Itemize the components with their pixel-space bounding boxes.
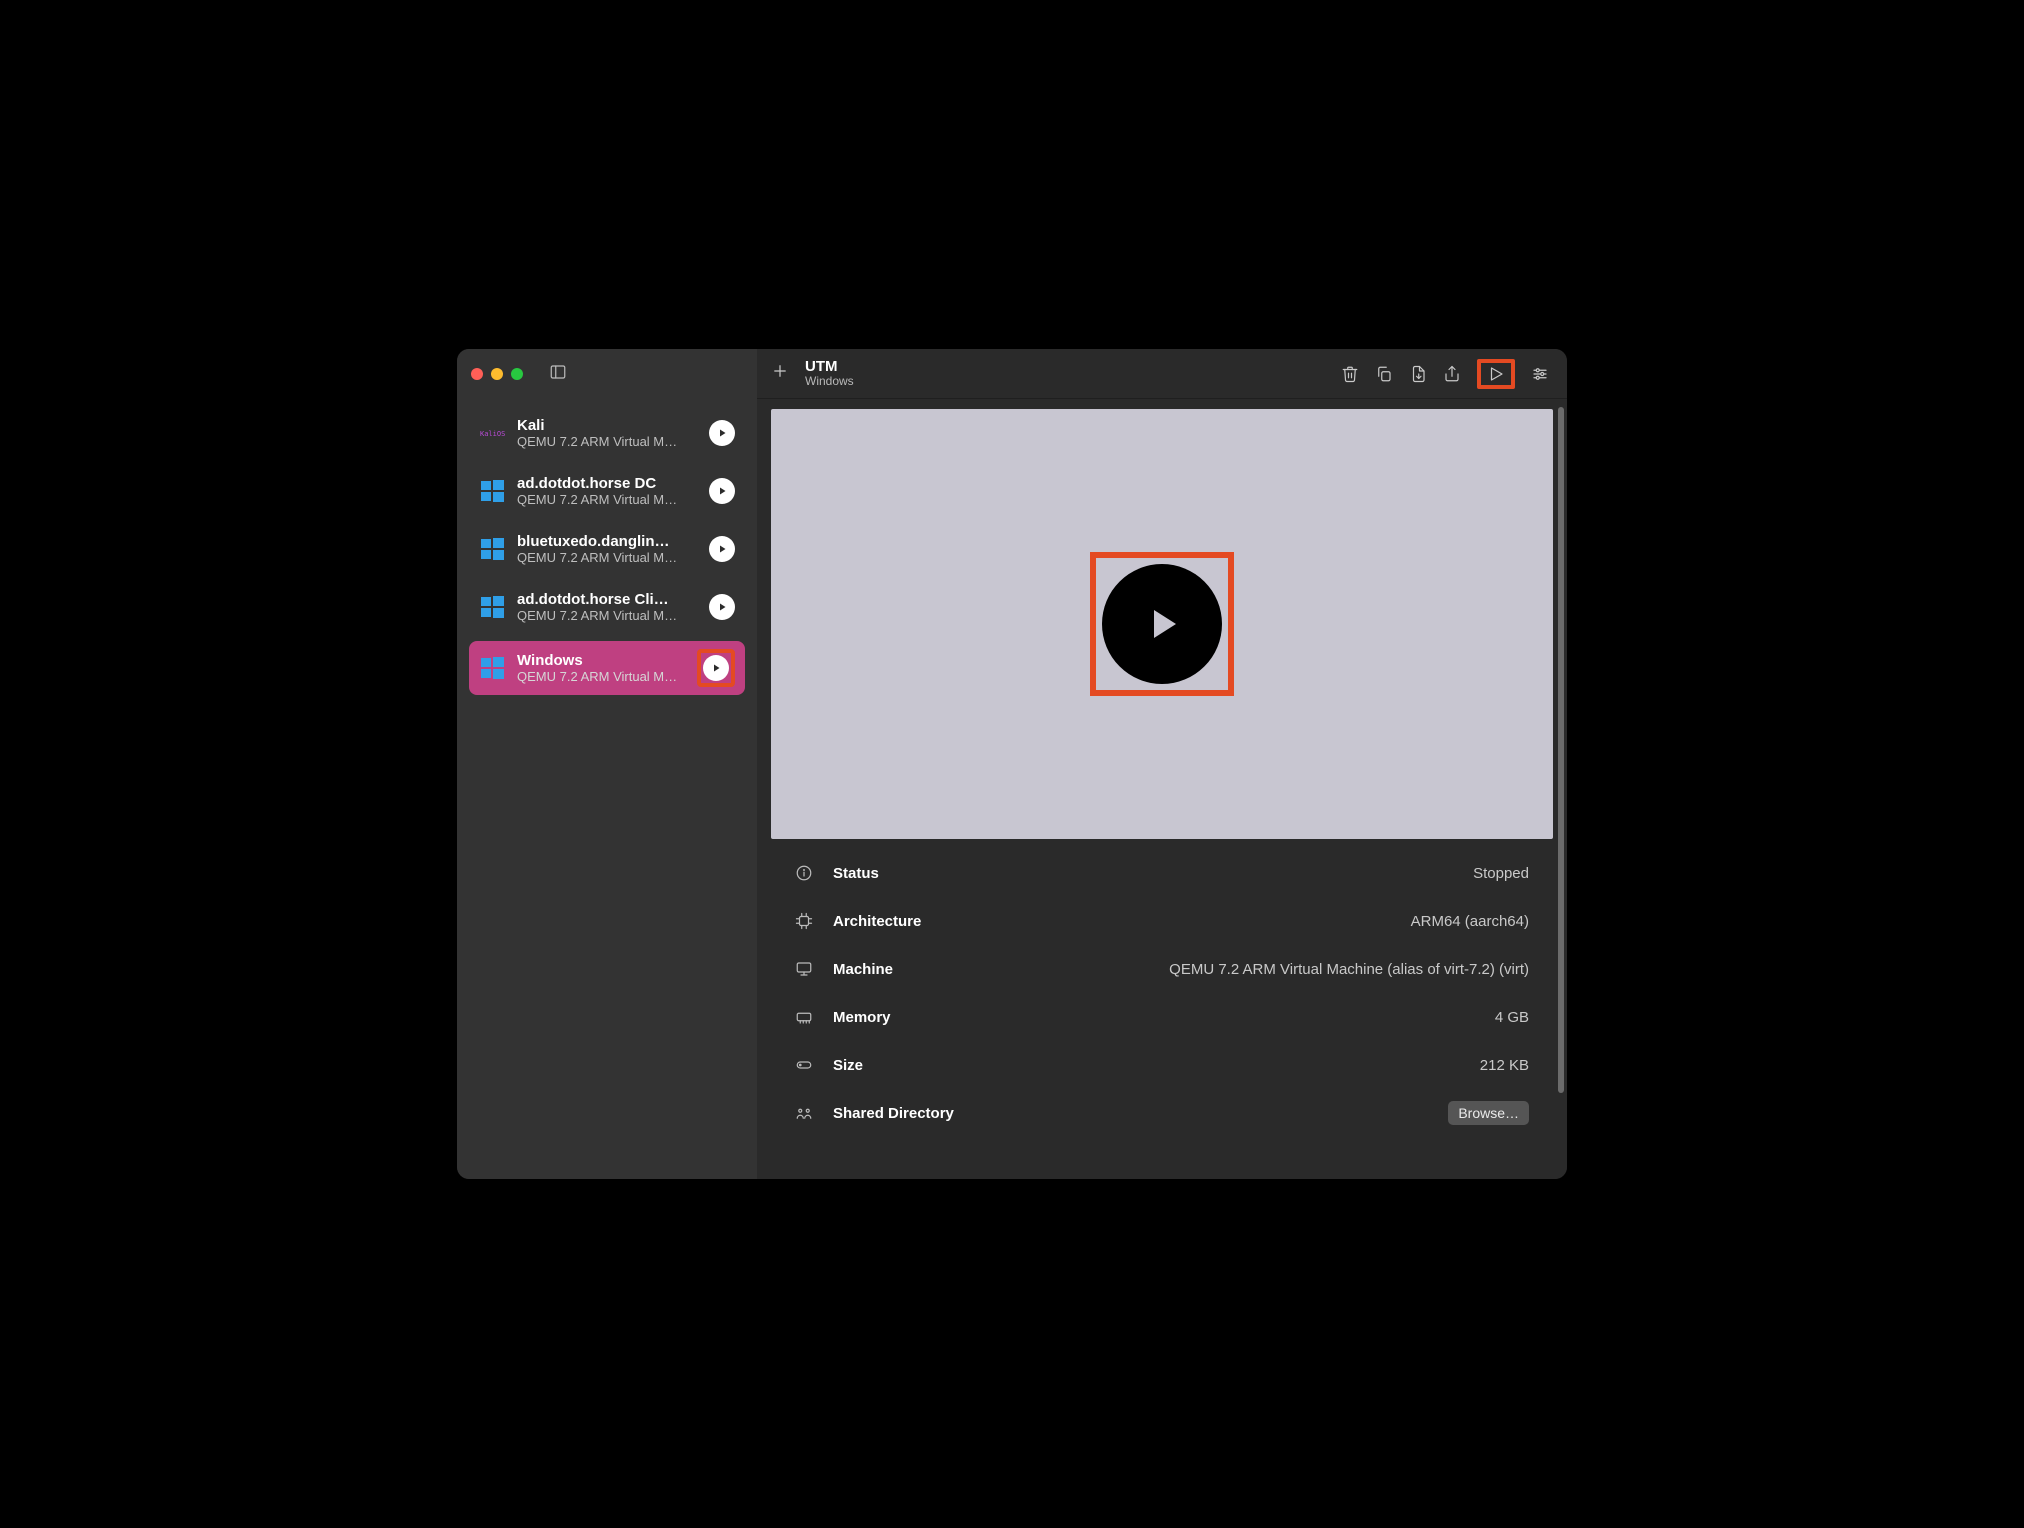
detail-label: Memory bbox=[833, 1009, 891, 1026]
vm-list: KaliOS Kali QEMU 7.2 ARM Virtual M… a bbox=[457, 399, 757, 695]
highlight-ring bbox=[1090, 552, 1234, 696]
kali-os-icon: KaliOS bbox=[479, 419, 507, 447]
highlight-ring bbox=[697, 649, 735, 687]
detail-row-status: Status Stopped bbox=[795, 849, 1529, 897]
vm-item-text: Windows QEMU 7.2 ARM Virtual M… bbox=[517, 652, 687, 684]
vm-item-subtitle: QEMU 7.2 ARM Virtual M… bbox=[517, 492, 699, 507]
share-button[interactable] bbox=[1443, 365, 1461, 383]
import-button[interactable] bbox=[1409, 365, 1427, 383]
vm-item-subtitle: QEMU 7.2 ARM Virtual M… bbox=[517, 669, 687, 684]
detail-value: Stopped bbox=[1473, 865, 1529, 882]
toolbar-title-group: UTM Windows bbox=[805, 359, 854, 389]
memory-icon bbox=[795, 1008, 815, 1026]
preview-play-button[interactable] bbox=[1102, 564, 1222, 684]
detail-row-size: Size 212 KB bbox=[795, 1041, 1529, 1089]
detail-value: QEMU 7.2 ARM Virtual Machine (alias of v… bbox=[1169, 961, 1529, 978]
minimize-window-button[interactable] bbox=[491, 368, 503, 380]
windows-os-icon bbox=[479, 477, 507, 505]
vm-item-text: bluetuxedo.danglin… QEMU 7.2 ARM Virtual… bbox=[517, 533, 699, 565]
vm-item-windows[interactable]: Windows QEMU 7.2 ARM Virtual M… bbox=[469, 641, 745, 695]
vm-item-bluetuxedo[interactable]: bluetuxedo.danglin… QEMU 7.2 ARM Virtual… bbox=[469, 525, 745, 573]
detail-row-machine: Machine QEMU 7.2 ARM Virtual Machine (al… bbox=[795, 945, 1529, 993]
detail-label: Shared Directory bbox=[833, 1105, 954, 1122]
windows-os-icon bbox=[479, 593, 507, 621]
toolbar: UTM Windows bbox=[757, 349, 1567, 399]
detail-label: Architecture bbox=[833, 913, 921, 930]
vm-start-button[interactable] bbox=[709, 594, 735, 620]
vm-details: Status Stopped Architecture ARM64 (aarch… bbox=[771, 839, 1553, 1179]
cpu-icon bbox=[795, 912, 815, 930]
vm-start-button[interactable] bbox=[709, 478, 735, 504]
vm-start-button[interactable] bbox=[709, 536, 735, 562]
vm-item-name: ad.dotdot.horse DC bbox=[517, 475, 699, 492]
vm-item-name: bluetuxedo.danglin… bbox=[517, 533, 699, 550]
vm-item-ad-dc[interactable]: ad.dotdot.horse DC QEMU 7.2 ARM Virtual … bbox=[469, 467, 745, 515]
vm-start-button[interactable] bbox=[709, 420, 735, 446]
content-area: Status Stopped Architecture ARM64 (aarch… bbox=[757, 399, 1567, 1179]
zoom-window-button[interactable] bbox=[511, 368, 523, 380]
detail-label: Status bbox=[833, 865, 879, 882]
detail-row-shared-directory: Shared Directory Browse… bbox=[795, 1089, 1529, 1137]
add-vm-button[interactable] bbox=[767, 358, 793, 389]
detail-row-architecture: Architecture ARM64 (aarch64) bbox=[795, 897, 1529, 945]
main-panel: UTM Windows bbox=[757, 349, 1567, 1179]
sidebar-header bbox=[457, 349, 757, 399]
detail-label: Size bbox=[833, 1057, 863, 1074]
highlight-ring bbox=[1477, 359, 1515, 389]
vm-item-text: ad.dotdot.horse Cli… QEMU 7.2 ARM Virtua… bbox=[517, 591, 699, 623]
windows-os-icon bbox=[479, 535, 507, 563]
detail-value: ARM64 (aarch64) bbox=[1411, 913, 1529, 930]
delete-button[interactable] bbox=[1341, 365, 1359, 383]
scrollbar-track[interactable] bbox=[1557, 407, 1565, 1169]
drive-icon bbox=[795, 1056, 815, 1074]
display-icon bbox=[795, 960, 815, 978]
shared-folder-icon bbox=[795, 1104, 815, 1122]
run-button[interactable] bbox=[1487, 365, 1505, 383]
app-title: UTM bbox=[805, 359, 854, 376]
vm-item-subtitle: QEMU 7.2 ARM Virtual M… bbox=[517, 608, 699, 623]
settings-button[interactable] bbox=[1531, 365, 1549, 383]
svg-text:KaliOS: KaliOS bbox=[480, 430, 505, 438]
windows-os-icon bbox=[479, 654, 507, 682]
vm-start-button[interactable] bbox=[703, 655, 729, 681]
vm-item-kali[interactable]: KaliOS Kali QEMU 7.2 ARM Virtual M… bbox=[469, 409, 745, 457]
window-controls bbox=[471, 368, 523, 380]
vm-item-subtitle: QEMU 7.2 ARM Virtual M… bbox=[517, 550, 699, 565]
app-window: KaliOS Kali QEMU 7.2 ARM Virtual M… a bbox=[457, 349, 1567, 1179]
scrollbar-thumb[interactable] bbox=[1558, 407, 1564, 1093]
vm-item-name: Windows bbox=[517, 652, 687, 669]
close-window-button[interactable] bbox=[471, 368, 483, 380]
vm-item-ad-client[interactable]: ad.dotdot.horse Cli… QEMU 7.2 ARM Virtua… bbox=[469, 583, 745, 631]
vm-item-subtitle: QEMU 7.2 ARM Virtual M… bbox=[517, 434, 699, 449]
sidebar: KaliOS Kali QEMU 7.2 ARM Virtual M… a bbox=[457, 349, 757, 1179]
detail-row-memory: Memory 4 GB bbox=[795, 993, 1529, 1041]
info-icon bbox=[795, 864, 815, 882]
clone-button[interactable] bbox=[1375, 365, 1393, 383]
browse-button[interactable]: Browse… bbox=[1448, 1101, 1529, 1125]
detail-value: 4 GB bbox=[1495, 1009, 1529, 1026]
sidebar-toggle-icon[interactable] bbox=[549, 363, 567, 386]
detail-label: Machine bbox=[833, 961, 893, 978]
detail-value: 212 KB bbox=[1480, 1057, 1529, 1074]
vm-item-name: ad.dotdot.horse Cli… bbox=[517, 591, 699, 608]
vm-item-name: Kali bbox=[517, 417, 699, 434]
app-subtitle: Windows bbox=[805, 375, 854, 388]
vm-item-text: Kali QEMU 7.2 ARM Virtual M… bbox=[517, 417, 699, 449]
vm-preview bbox=[771, 409, 1553, 839]
vm-item-text: ad.dotdot.horse DC QEMU 7.2 ARM Virtual … bbox=[517, 475, 699, 507]
